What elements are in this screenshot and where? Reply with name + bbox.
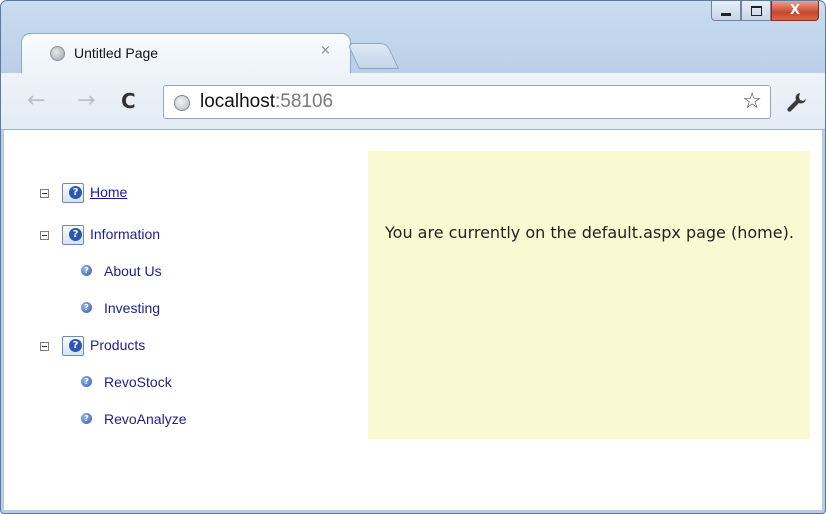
help-icon: ? xyxy=(81,265,92,276)
tree-node-label[interactable]: About Us xyxy=(104,263,162,279)
globe-icon xyxy=(50,46,65,61)
collapse-toggle-icon[interactable] xyxy=(40,342,49,351)
browser-tab[interactable]: Untitled Page × xyxy=(21,33,351,73)
maximize-button[interactable] xyxy=(741,1,771,21)
back-button[interactable]: ← xyxy=(27,90,45,112)
minimize-icon xyxy=(721,13,731,16)
content-panel: You are currently on the default.aspx pa… xyxy=(368,151,810,439)
tree-node-label[interactable]: Products xyxy=(90,337,145,353)
page-message: You are currently on the default.aspx pa… xyxy=(385,223,794,242)
wrench-icon xyxy=(787,93,806,112)
tab-close-button[interactable]: × xyxy=(320,43,331,58)
help-icon: ? xyxy=(81,376,92,387)
maximize-icon xyxy=(750,5,762,16)
collapse-toggle-icon[interactable] xyxy=(40,231,49,240)
url-port: :58106 xyxy=(275,91,334,112)
browser-toolbar: ← → C localhost:58106 ☆ xyxy=(1,73,825,130)
collapse-toggle-icon[interactable] xyxy=(40,189,49,198)
window-controls: X xyxy=(711,1,819,23)
help-page-icon xyxy=(62,183,84,203)
tree-node-label[interactable]: Home xyxy=(90,184,127,200)
help-page-icon xyxy=(62,225,84,245)
help-icon: ? xyxy=(81,302,92,313)
reload-button[interactable]: C xyxy=(121,90,136,112)
tab-title: Untitled Page xyxy=(74,45,159,61)
page-content: Home Information ? About Us ? Investing xyxy=(4,130,822,510)
minimize-button[interactable] xyxy=(711,1,741,21)
browser-window: X Untitled Page × ← → C localhost:58106 … xyxy=(0,0,826,514)
address-bar[interactable]: localhost:58106 ☆ xyxy=(163,85,771,119)
tree-node-label[interactable]: Investing xyxy=(104,300,160,316)
url-text: localhost:58106 xyxy=(200,91,333,113)
tree-node-label[interactable]: RevoAnalyze xyxy=(104,411,187,427)
globe-icon xyxy=(174,95,190,111)
wrench-menu-icon[interactable] xyxy=(786,91,808,118)
bookmark-star-icon[interactable]: ☆ xyxy=(742,89,762,114)
tree-node-label[interactable]: RevoStock xyxy=(104,374,172,390)
close-window-button[interactable]: X xyxy=(771,1,819,21)
forward-button[interactable]: → xyxy=(77,90,95,112)
tree-node-label[interactable]: Information xyxy=(90,226,160,242)
close-icon: X xyxy=(789,3,801,18)
url-host: localhost xyxy=(200,91,275,112)
help-icon: ? xyxy=(81,413,92,424)
new-tab-button[interactable] xyxy=(346,43,400,69)
help-page-icon xyxy=(62,336,84,356)
